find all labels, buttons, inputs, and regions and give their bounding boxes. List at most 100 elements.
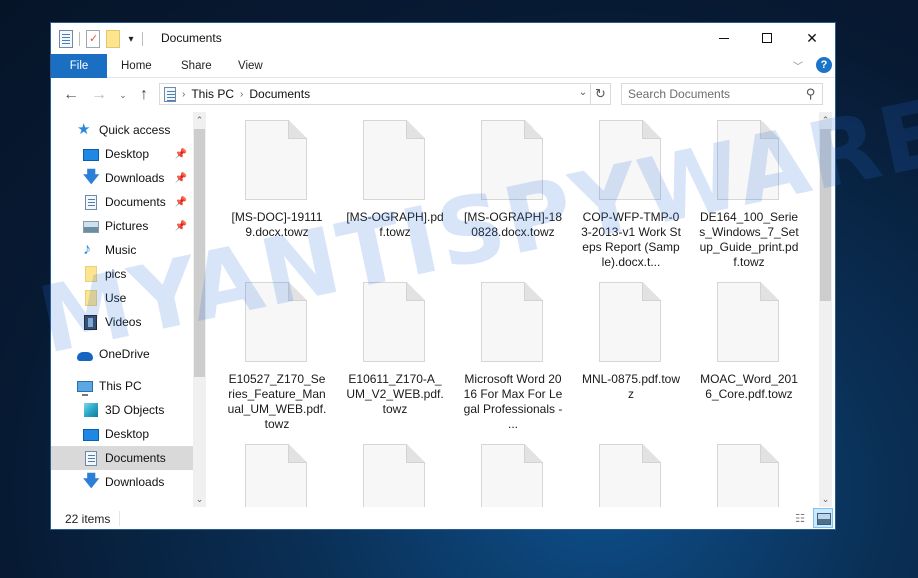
file-fold-corner bbox=[642, 120, 661, 139]
sidebar-item-pics[interactable]: pics bbox=[51, 262, 193, 286]
large-icons-view-icon[interactable] bbox=[813, 508, 833, 528]
3d-objects-icon bbox=[84, 403, 98, 417]
close-button[interactable]: ✕ bbox=[789, 23, 835, 53]
download-icon: 🡇 bbox=[83, 473, 100, 490]
documents-icon bbox=[85, 450, 97, 466]
file-item[interactable]: [MS-OGRAPH]-180828.docx.towz bbox=[457, 120, 569, 240]
details-view-icon[interactable]: ☷ bbox=[791, 511, 809, 527]
pin-icon[interactable]: 📌 bbox=[175, 173, 187, 184]
sidebar-scrollbar[interactable]: ⌃ ⌄ bbox=[193, 112, 206, 507]
file-item[interactable] bbox=[575, 444, 687, 507]
tab-file[interactable]: File bbox=[51, 54, 107, 78]
file-fold-corner bbox=[524, 120, 543, 139]
sidebar-item-label: Use bbox=[105, 291, 127, 305]
sidebar-item-music[interactable]: ♪ Music bbox=[51, 238, 193, 262]
sidebar-item-this-pc[interactable]: This PC bbox=[51, 374, 193, 398]
scroll-down-chevron-icon[interactable]: ⌄ bbox=[193, 491, 206, 507]
blank-file-icon bbox=[599, 120, 663, 200]
file-item[interactable]: E10611_Z170-A_UM_V2_WEB.pdf.towz bbox=[339, 282, 451, 417]
download-icon: 🡇 bbox=[83, 169, 100, 186]
recent-locations-chevron-icon[interactable]: ⌄ bbox=[113, 85, 133, 105]
file-item[interactable] bbox=[339, 444, 451, 507]
pin-icon[interactable]: 📌 bbox=[175, 197, 187, 208]
sidebar-item-downloads[interactable]: 🡇 Downloads 📌 bbox=[51, 166, 193, 190]
sidebar-item-desktop-pc[interactable]: Desktop bbox=[51, 422, 193, 446]
sidebar-item-pictures[interactable]: Pictures 📌 bbox=[51, 214, 193, 238]
desktop-icon bbox=[83, 429, 99, 441]
search-icon[interactable]: ⚲ bbox=[806, 86, 816, 102]
sidebar-item-label: Downloads bbox=[105, 475, 165, 489]
sidebar-item-videos[interactable]: Videos bbox=[51, 310, 193, 334]
file-item[interactable]: Microsoft Word 2016 For Max For Legal Pr… bbox=[457, 282, 569, 432]
pin-icon[interactable]: 📌 bbox=[175, 149, 187, 160]
sidebar-item-desktop[interactable]: Desktop 📌 bbox=[51, 142, 193, 166]
sidebar-item-label: This PC bbox=[99, 379, 142, 393]
blank-file-icon bbox=[481, 282, 545, 362]
file-fold-corner bbox=[406, 282, 425, 301]
refresh-icon[interactable]: ↻ bbox=[590, 84, 610, 104]
breadcrumb-separator-icon[interactable]: › bbox=[182, 89, 185, 100]
ribbon-tabs: File Home Share View ﹀ ? bbox=[51, 54, 835, 78]
file-item[interactable] bbox=[457, 444, 569, 507]
file-item[interactable]: [MS-DOC]-191119.docx.towz bbox=[221, 120, 333, 240]
pin-icon[interactable]: 📌 bbox=[175, 221, 187, 232]
new-folder-icon[interactable] bbox=[106, 30, 120, 48]
minimize-icon bbox=[719, 37, 729, 39]
properties-icon[interactable] bbox=[86, 30, 100, 48]
maximize-button[interactable] bbox=[744, 23, 790, 53]
search-input[interactable] bbox=[622, 84, 792, 104]
tab-view[interactable]: View bbox=[224, 54, 277, 78]
pictures-icon bbox=[83, 221, 99, 233]
customize-dropdown-icon[interactable]: ▾ bbox=[126, 34, 136, 45]
sidebar-item-quick-access[interactable]: ★ Quick access bbox=[51, 118, 193, 142]
file-name: E10611_Z170-A_UM_V2_WEB.pdf.towz bbox=[346, 372, 444, 416]
up-arrow-icon[interactable]: ↑ bbox=[134, 85, 154, 105]
sidebar-item-3d-objects[interactable]: 3D Objects bbox=[51, 398, 193, 422]
help-icon[interactable]: ? bbox=[816, 57, 832, 73]
scrollbar-thumb[interactable] bbox=[194, 129, 205, 377]
tab-home[interactable]: Home bbox=[107, 54, 166, 78]
toolbar-separator bbox=[142, 32, 143, 46]
file-fold-corner bbox=[524, 282, 543, 301]
close-icon: ✕ bbox=[806, 29, 818, 46]
scroll-up-chevron-icon[interactable]: ⌃ bbox=[193, 112, 206, 128]
minimize-button[interactable] bbox=[701, 23, 747, 53]
sidebar-item-documents[interactable]: Documents 📌 bbox=[51, 190, 193, 214]
breadcrumb-separator-icon[interactable]: › bbox=[240, 89, 243, 100]
address-bar[interactable]: › This PC › Documents ⌄ ↻ bbox=[159, 83, 611, 105]
file-item[interactable]: E10527_Z170_Series_Feature_Manual_UM_WEB… bbox=[221, 282, 333, 432]
file-item[interactable]: DE164_100_Series_Windows_7_Setup_Guide_p… bbox=[693, 120, 805, 270]
breadcrumb-documents[interactable]: Documents bbox=[249, 87, 310, 101]
blank-file-icon bbox=[599, 282, 663, 362]
sidebar-item-onedrive[interactable]: OneDrive bbox=[51, 342, 193, 366]
file-item[interactable]: MNL-0875.pdf.towz bbox=[575, 282, 687, 402]
scroll-down-chevron-icon[interactable]: ⌄ bbox=[819, 491, 832, 507]
blank-file-icon bbox=[717, 282, 781, 362]
file-item[interactable]: COP-WFP-TMP-03-2013-v1 Work Steps Report… bbox=[575, 120, 687, 270]
scroll-up-chevron-icon[interactable]: ⌃ bbox=[819, 112, 832, 128]
file-item[interactable]: [MS-OGRAPH].pdf.towz bbox=[339, 120, 451, 240]
address-dropdown-chevron-icon[interactable]: ⌄ bbox=[576, 87, 590, 98]
sidebar-item-documents-pc[interactable]: Documents bbox=[51, 446, 193, 470]
file-item[interactable] bbox=[221, 444, 333, 507]
back-arrow-icon[interactable]: ← bbox=[61, 85, 81, 105]
file-fold-corner bbox=[760, 444, 779, 463]
forward-arrow-icon[interactable]: → bbox=[89, 85, 109, 105]
blank-file-icon bbox=[363, 120, 427, 200]
scrollbar-thumb[interactable] bbox=[820, 129, 831, 301]
file-item[interactable]: MOAC_Word_2016_Core.pdf.towz bbox=[693, 282, 805, 402]
sidebar-item-downloads-pc[interactable]: 🡇 Downloads bbox=[51, 470, 193, 494]
expand-ribbon-chevron-icon[interactable]: ﹀ bbox=[793, 58, 803, 73]
file-fold-corner bbox=[642, 444, 661, 463]
blank-file-icon bbox=[481, 444, 545, 507]
sidebar-item-label: Videos bbox=[105, 315, 142, 329]
sidebar-item-label: Downloads bbox=[105, 171, 165, 185]
content-scrollbar[interactable]: ⌃ ⌄ bbox=[819, 112, 832, 507]
sidebar-item-use[interactable]: Use bbox=[51, 286, 193, 310]
file-name: [MS-OGRAPH].pdf.towz bbox=[346, 210, 444, 239]
breadcrumb-this-pc[interactable]: This PC bbox=[191, 87, 234, 101]
search-box[interactable]: ⚲ bbox=[621, 83, 823, 105]
window-title: Documents bbox=[161, 31, 222, 45]
file-item[interactable] bbox=[693, 444, 805, 507]
tab-share[interactable]: Share bbox=[167, 54, 226, 78]
